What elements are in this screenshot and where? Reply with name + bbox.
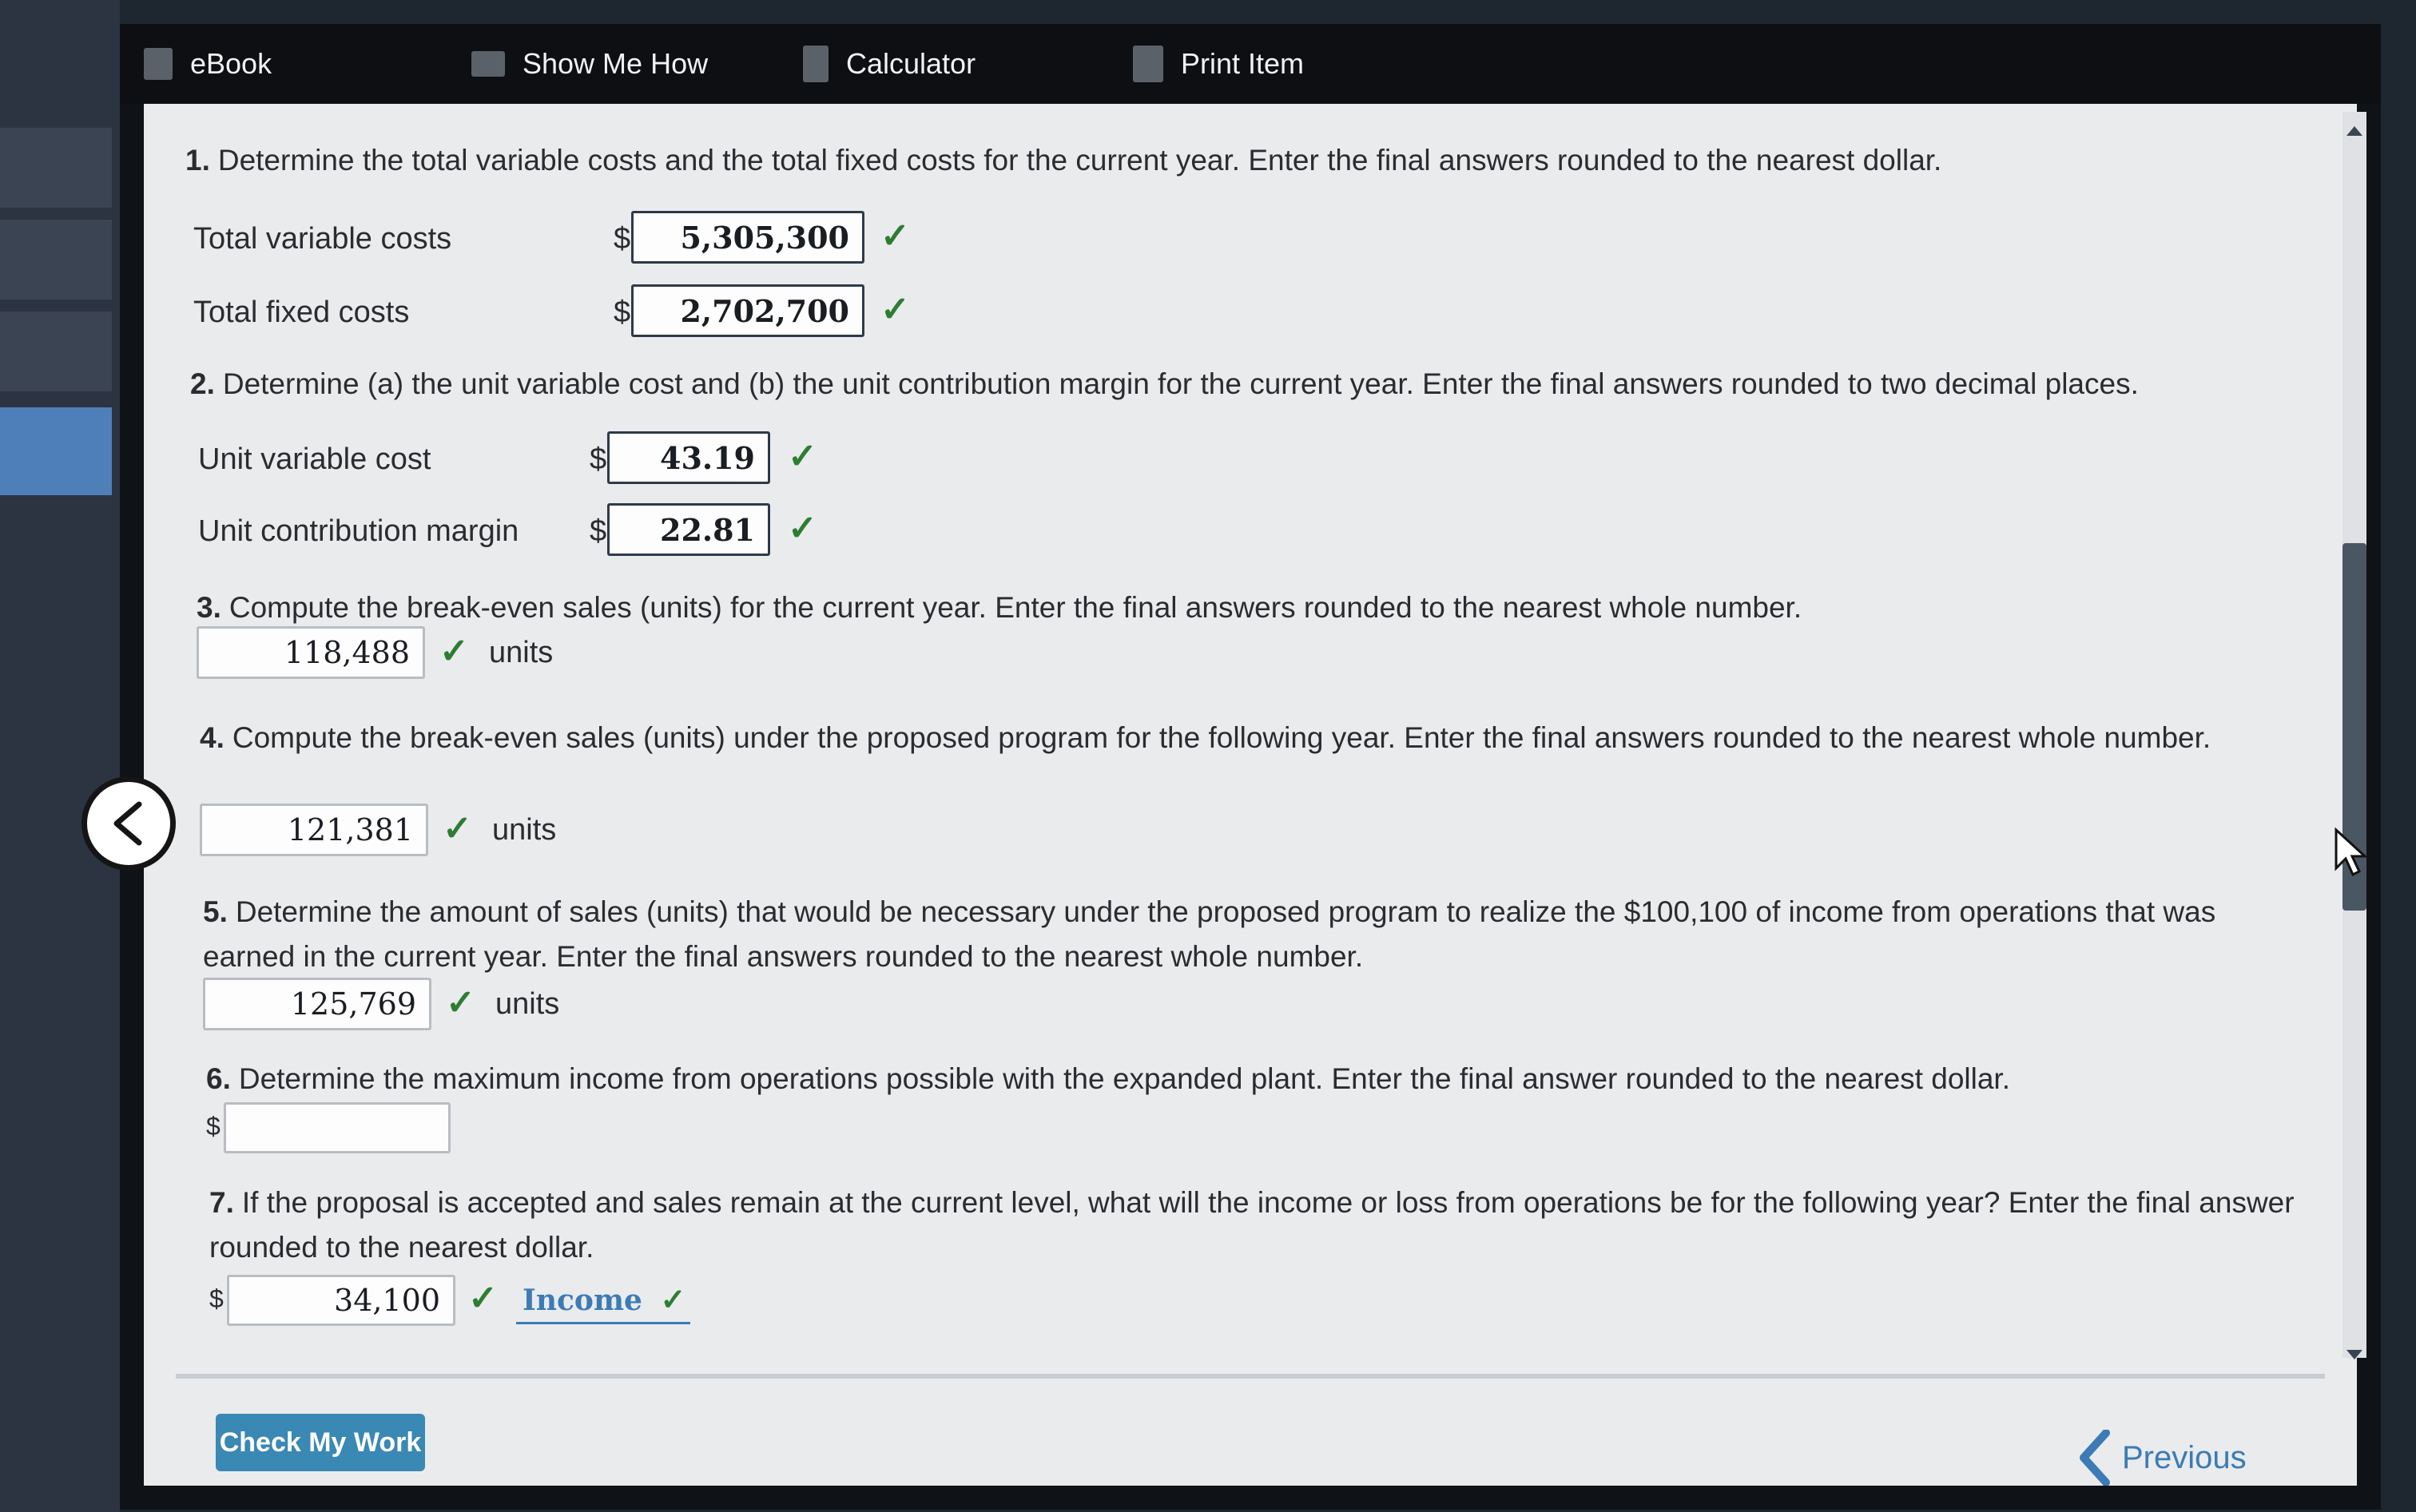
unit-variable-cost-label: Unit variable cost xyxy=(198,442,431,476)
calculator-icon xyxy=(803,46,829,82)
question-1: 1. Determine the total variable costs and… xyxy=(185,144,1941,177)
correct-check-icon: ✓ xyxy=(443,809,472,848)
rail-tab-1[interactable] xyxy=(0,128,112,208)
currency-symbol: $ xyxy=(590,442,607,476)
currency-symbol: $ xyxy=(614,296,631,329)
question-5: 5. Determine the amount of sales (units) … xyxy=(203,890,2296,979)
check-my-work-button[interactable]: Check My Work xyxy=(216,1414,425,1471)
question-6: 6. Determine the maximum income from oper… xyxy=(206,1062,2010,1096)
target-income-units-input[interactable]: 125,769 xyxy=(203,978,431,1030)
break-even-units-input[interactable]: 118,488 xyxy=(197,626,425,679)
question-2-number: 2. xyxy=(190,367,215,400)
scroll-up-arrow-icon[interactable] xyxy=(2346,126,2362,136)
toolbar: eBook Show Me How Calculator Print Item xyxy=(120,24,2381,104)
rail-tab-3[interactable] xyxy=(0,312,112,391)
units-label: units xyxy=(489,636,554,669)
question-7-text: If the proposal is accepted and sales re… xyxy=(209,1186,2295,1264)
unit-variable-cost-input[interactable]: 43.19 xyxy=(607,431,770,484)
question-3: 3. Compute the break-even sales (units) f… xyxy=(197,591,1802,625)
question-3-text: Compute the break-even sales (units) for… xyxy=(228,591,1802,624)
currency-symbol: $ xyxy=(614,222,631,256)
print-icon xyxy=(1133,46,1163,82)
question-4: 4. Compute the break-even sales (units) u… xyxy=(200,716,2293,760)
units-label: units xyxy=(492,813,557,847)
toolbar-print-item[interactable]: Print Item xyxy=(1133,24,1304,104)
currency-symbol: $ xyxy=(590,514,607,548)
question-5-number: 5. xyxy=(203,895,228,928)
income-or-loss-select[interactable]: Income ✓ xyxy=(516,1281,691,1324)
correct-check-icon: ✓ xyxy=(880,290,910,329)
chevron-left-icon xyxy=(2080,1430,2110,1486)
toolbar-calculator[interactable]: Calculator xyxy=(803,24,976,104)
book-icon xyxy=(144,48,173,80)
question-4-text: Compute the break-even sales (units) und… xyxy=(232,721,2211,754)
footer-divider xyxy=(176,1374,2325,1379)
income-or-loss-input[interactable]: 34,100 xyxy=(227,1275,455,1326)
total-fixed-costs-label: Total fixed costs xyxy=(193,296,410,329)
scroll-down-arrow-icon[interactable] xyxy=(2346,1350,2362,1359)
unit-contribution-margin-input[interactable]: 22.81 xyxy=(607,503,770,556)
question-5-text: Determine the amount of sales (units) th… xyxy=(203,895,2216,973)
currency-symbol: $ xyxy=(209,1284,224,1313)
correct-check-icon: ✓ xyxy=(788,437,817,476)
mouse-cursor-icon xyxy=(2335,827,2368,877)
toolbar-show-me-how[interactable]: Show Me How xyxy=(471,24,708,104)
assignment-window: eBook Show Me How Calculator Print Item … xyxy=(120,24,2381,1510)
video-icon xyxy=(471,51,505,77)
question-7: 7. If the proposal is accepted and sales … xyxy=(209,1181,2303,1270)
toolbar-show-me-how-label: Show Me How xyxy=(523,47,709,80)
question-3-number: 3. xyxy=(197,591,221,624)
left-rail xyxy=(0,0,120,1512)
correct-check-icon: ✓ xyxy=(880,216,910,256)
previous-label: Previous xyxy=(2122,1439,2247,1475)
question-7-number: 7. xyxy=(209,1186,234,1219)
question-4-number: 4. xyxy=(200,721,225,754)
question-6-number: 6. xyxy=(206,1062,231,1095)
question-2-text: Determine (a) the unit variable cost and… xyxy=(222,367,2139,400)
maximum-income-input[interactable] xyxy=(224,1102,451,1153)
previous-button[interactable]: Previous xyxy=(2077,1430,2247,1486)
total-variable-costs-label: Total variable costs xyxy=(193,222,452,256)
correct-check-icon: ✓ xyxy=(446,983,475,1022)
income-or-loss-selected: Income xyxy=(523,1284,642,1317)
proposed-break-even-units-input[interactable]: 121,381 xyxy=(200,804,428,856)
rail-tab-active[interactable] xyxy=(0,407,112,495)
total-variable-costs-input[interactable]: 5,305,300 xyxy=(631,211,864,264)
total-fixed-costs-input[interactable]: 2,702,700 xyxy=(631,284,864,337)
question-1-number: 1. xyxy=(185,144,210,177)
chevron-left-icon xyxy=(113,801,142,846)
question-panel: 1. Determine the total variable costs and… xyxy=(144,104,2357,1486)
question-1-text: Determine the total variable costs and t… xyxy=(217,144,1942,177)
correct-check-icon: ✓ xyxy=(660,1281,686,1317)
units-label: units xyxy=(495,987,560,1021)
correct-check-icon: ✓ xyxy=(439,632,469,671)
currency-symbol: $ xyxy=(206,1112,221,1141)
rail-tab-2[interactable] xyxy=(0,220,112,300)
toolbar-ebook[interactable]: eBook xyxy=(144,24,272,104)
question-6-text: Determine the maximum income from operat… xyxy=(238,1062,2010,1095)
unit-contribution-margin-label: Unit contribution margin xyxy=(198,514,519,548)
toolbar-calculator-label: Calculator xyxy=(846,47,976,80)
back-button[interactable] xyxy=(81,776,176,871)
correct-check-icon: ✓ xyxy=(788,509,817,548)
correct-check-icon: ✓ xyxy=(468,1279,498,1318)
toolbar-print-item-label: Print Item xyxy=(1181,47,1305,80)
toolbar-ebook-label: eBook xyxy=(190,47,272,80)
question-2: 2. Determine (a) the unit variable cost a… xyxy=(190,367,2139,401)
